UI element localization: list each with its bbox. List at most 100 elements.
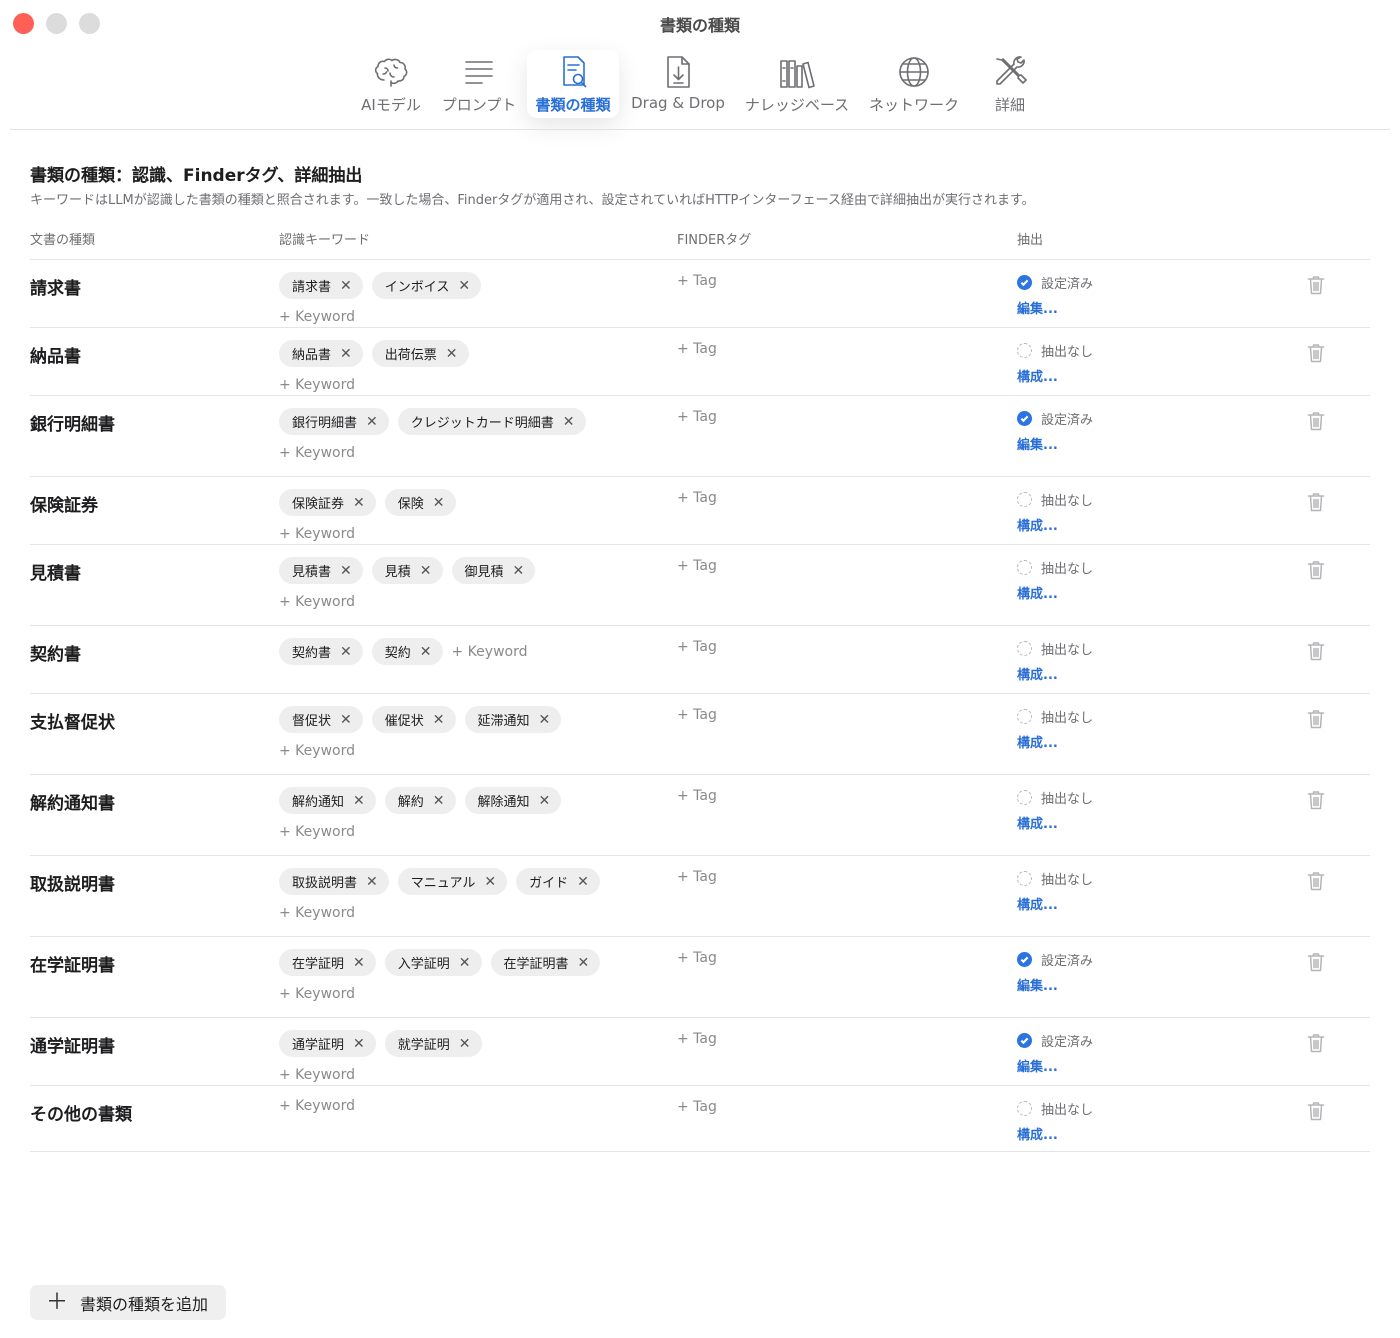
tab-advanced[interactable]: 詳細: [984, 50, 1036, 118]
add-tag-button[interactable]: + Tag: [677, 558, 717, 574]
keyword-chip[interactable]: 解約 ✕: [384, 787, 456, 814]
keyword-chip[interactable]: クレジットカード明細書 ✕: [397, 408, 586, 435]
trash-icon[interactable]: [1307, 1101, 1325, 1121]
add-tag-button[interactable]: + Tag: [677, 869, 717, 885]
remove-keyword-icon[interactable]: ✕: [539, 793, 551, 809]
remove-keyword-icon[interactable]: ✕: [446, 346, 458, 362]
document-type-name[interactable]: 見積書: [30, 559, 81, 584]
remove-keyword-icon[interactable]: ✕: [577, 874, 589, 890]
edit-extraction-link[interactable]: 編集...: [1017, 298, 1093, 317]
add-tag-button[interactable]: + Tag: [677, 788, 717, 804]
configure-extraction-link[interactable]: 構成...: [1017, 732, 1093, 751]
keyword-chip[interactable]: 就学証明 ✕: [384, 1030, 482, 1057]
edit-extraction-link[interactable]: 編集...: [1017, 975, 1093, 994]
trash-icon[interactable]: [1307, 343, 1325, 363]
remove-keyword-icon[interactable]: ✕: [433, 712, 445, 728]
document-type-name[interactable]: 取扱説明書: [30, 870, 115, 895]
keyword-chip[interactable]: 見積書 ✕: [279, 557, 363, 584]
tab-drag-drop[interactable]: Drag & Drop: [626, 50, 730, 118]
edit-extraction-link[interactable]: 編集...: [1017, 434, 1093, 453]
keyword-chip[interactable]: 取扱説明書 ✕: [279, 868, 389, 895]
add-keyword-button[interactable]: + Keyword: [279, 377, 355, 393]
remove-keyword-icon[interactable]: ✕: [366, 874, 378, 890]
keyword-chip[interactable]: インボイス ✕: [371, 272, 482, 299]
remove-keyword-icon[interactable]: ✕: [340, 563, 352, 579]
keyword-chip[interactable]: 納品書 ✕: [279, 340, 363, 367]
remove-keyword-icon[interactable]: ✕: [340, 712, 352, 728]
remove-keyword-icon[interactable]: ✕: [340, 644, 352, 660]
trash-icon[interactable]: [1307, 871, 1325, 891]
remove-keyword-icon[interactable]: ✕: [340, 346, 352, 362]
add-tag-button[interactable]: + Tag: [677, 409, 717, 425]
add-keyword-button[interactable]: + Keyword: [279, 309, 355, 325]
remove-keyword-icon[interactable]: ✕: [433, 495, 445, 511]
keyword-chip[interactable]: 保険証券 ✕: [279, 489, 376, 516]
trash-icon[interactable]: [1307, 790, 1325, 810]
tab-document-types[interactable]: 書類の種類: [527, 50, 619, 118]
document-type-name[interactable]: 納品書: [30, 342, 81, 367]
tab-prompt[interactable]: プロンプト: [437, 50, 521, 118]
configure-extraction-link[interactable]: 構成...: [1017, 1124, 1093, 1143]
keyword-chip[interactable]: 契約 ✕: [371, 638, 443, 665]
keyword-chip[interactable]: マニュアル ✕: [397, 868, 508, 895]
configure-extraction-link[interactable]: 構成...: [1017, 515, 1093, 534]
configure-extraction-link[interactable]: 構成...: [1017, 813, 1093, 832]
document-type-name[interactable]: 銀行明細書: [30, 410, 115, 435]
keyword-chip[interactable]: 催促状 ✕: [371, 706, 456, 733]
trash-icon[interactable]: [1307, 641, 1325, 661]
document-type-name[interactable]: その他の書類: [30, 1100, 132, 1125]
remove-keyword-icon[interactable]: ✕: [353, 1036, 365, 1052]
add-document-type-button[interactable]: ＋ 書類の種類を追加: [30, 1285, 227, 1320]
remove-keyword-icon[interactable]: ✕: [353, 955, 365, 971]
remove-keyword-icon[interactable]: ✕: [513, 563, 525, 579]
keyword-chip[interactable]: 銀行明細書 ✕: [279, 408, 389, 435]
keyword-chip[interactable]: 請求書 ✕: [279, 272, 363, 299]
add-keyword-button[interactable]: + Keyword: [279, 1067, 355, 1083]
tab-network[interactable]: ネットワーク: [865, 50, 963, 118]
configure-extraction-link[interactable]: 構成...: [1017, 894, 1093, 913]
remove-keyword-icon[interactable]: ✕: [563, 414, 575, 430]
keyword-chip[interactable]: 出荷伝票 ✕: [371, 340, 469, 367]
remove-keyword-icon[interactable]: ✕: [578, 955, 590, 971]
remove-keyword-icon[interactable]: ✕: [459, 1036, 471, 1052]
add-keyword-button[interactable]: + Keyword: [279, 905, 355, 921]
remove-keyword-icon[interactable]: ✕: [340, 278, 352, 294]
document-type-name[interactable]: 保険証券: [30, 491, 98, 516]
configure-extraction-link[interactable]: 構成...: [1017, 366, 1093, 385]
remove-keyword-icon[interactable]: ✕: [353, 495, 365, 511]
add-keyword-button[interactable]: + Keyword: [279, 594, 355, 610]
trash-icon[interactable]: [1307, 275, 1325, 295]
remove-keyword-icon[interactable]: ✕: [458, 278, 470, 294]
add-keyword-button[interactable]: + Keyword: [279, 824, 355, 840]
trash-icon[interactable]: [1307, 709, 1325, 729]
document-type-name[interactable]: 通学証明書: [30, 1032, 115, 1057]
add-keyword-button[interactable]: + Keyword: [279, 986, 355, 1002]
keyword-chip[interactable]: 在学証明書 ✕: [490, 949, 601, 976]
add-tag-button[interactable]: + Tag: [677, 490, 717, 506]
add-tag-button[interactable]: + Tag: [677, 1099, 717, 1115]
keyword-chip[interactable]: 入学証明 ✕: [384, 949, 482, 976]
keyword-chip[interactable]: 保険 ✕: [384, 489, 456, 516]
trash-icon[interactable]: [1307, 1033, 1325, 1053]
tab-knowledge-base[interactable]: ナレッジベース: [740, 50, 854, 118]
configure-extraction-link[interactable]: 構成...: [1017, 664, 1093, 683]
add-keyword-button[interactable]: + Keyword: [279, 743, 355, 759]
add-tag-button[interactable]: + Tag: [677, 707, 717, 723]
trash-icon[interactable]: [1307, 560, 1325, 580]
add-tag-button[interactable]: + Tag: [677, 341, 717, 357]
keyword-chip[interactable]: 延滞通知 ✕: [464, 706, 562, 733]
configure-extraction-link[interactable]: 構成...: [1017, 583, 1093, 602]
keyword-chip[interactable]: 解除通知 ✕: [464, 787, 562, 814]
document-type-name[interactable]: 支払督促状: [30, 708, 115, 733]
keyword-chip[interactable]: 見積 ✕: [371, 557, 443, 584]
keyword-chip[interactable]: 督促状 ✕: [279, 706, 363, 733]
remove-keyword-icon[interactable]: ✕: [433, 793, 445, 809]
remove-keyword-icon[interactable]: ✕: [420, 563, 432, 579]
trash-icon[interactable]: [1307, 492, 1325, 512]
remove-keyword-icon[interactable]: ✕: [484, 874, 496, 890]
document-type-name[interactable]: 解約通知書: [30, 789, 115, 814]
add-tag-button[interactable]: + Tag: [677, 1031, 717, 1047]
keyword-chip[interactable]: 御見積 ✕: [451, 557, 536, 584]
remove-keyword-icon[interactable]: ✕: [539, 712, 551, 728]
remove-keyword-icon[interactable]: ✕: [459, 955, 471, 971]
